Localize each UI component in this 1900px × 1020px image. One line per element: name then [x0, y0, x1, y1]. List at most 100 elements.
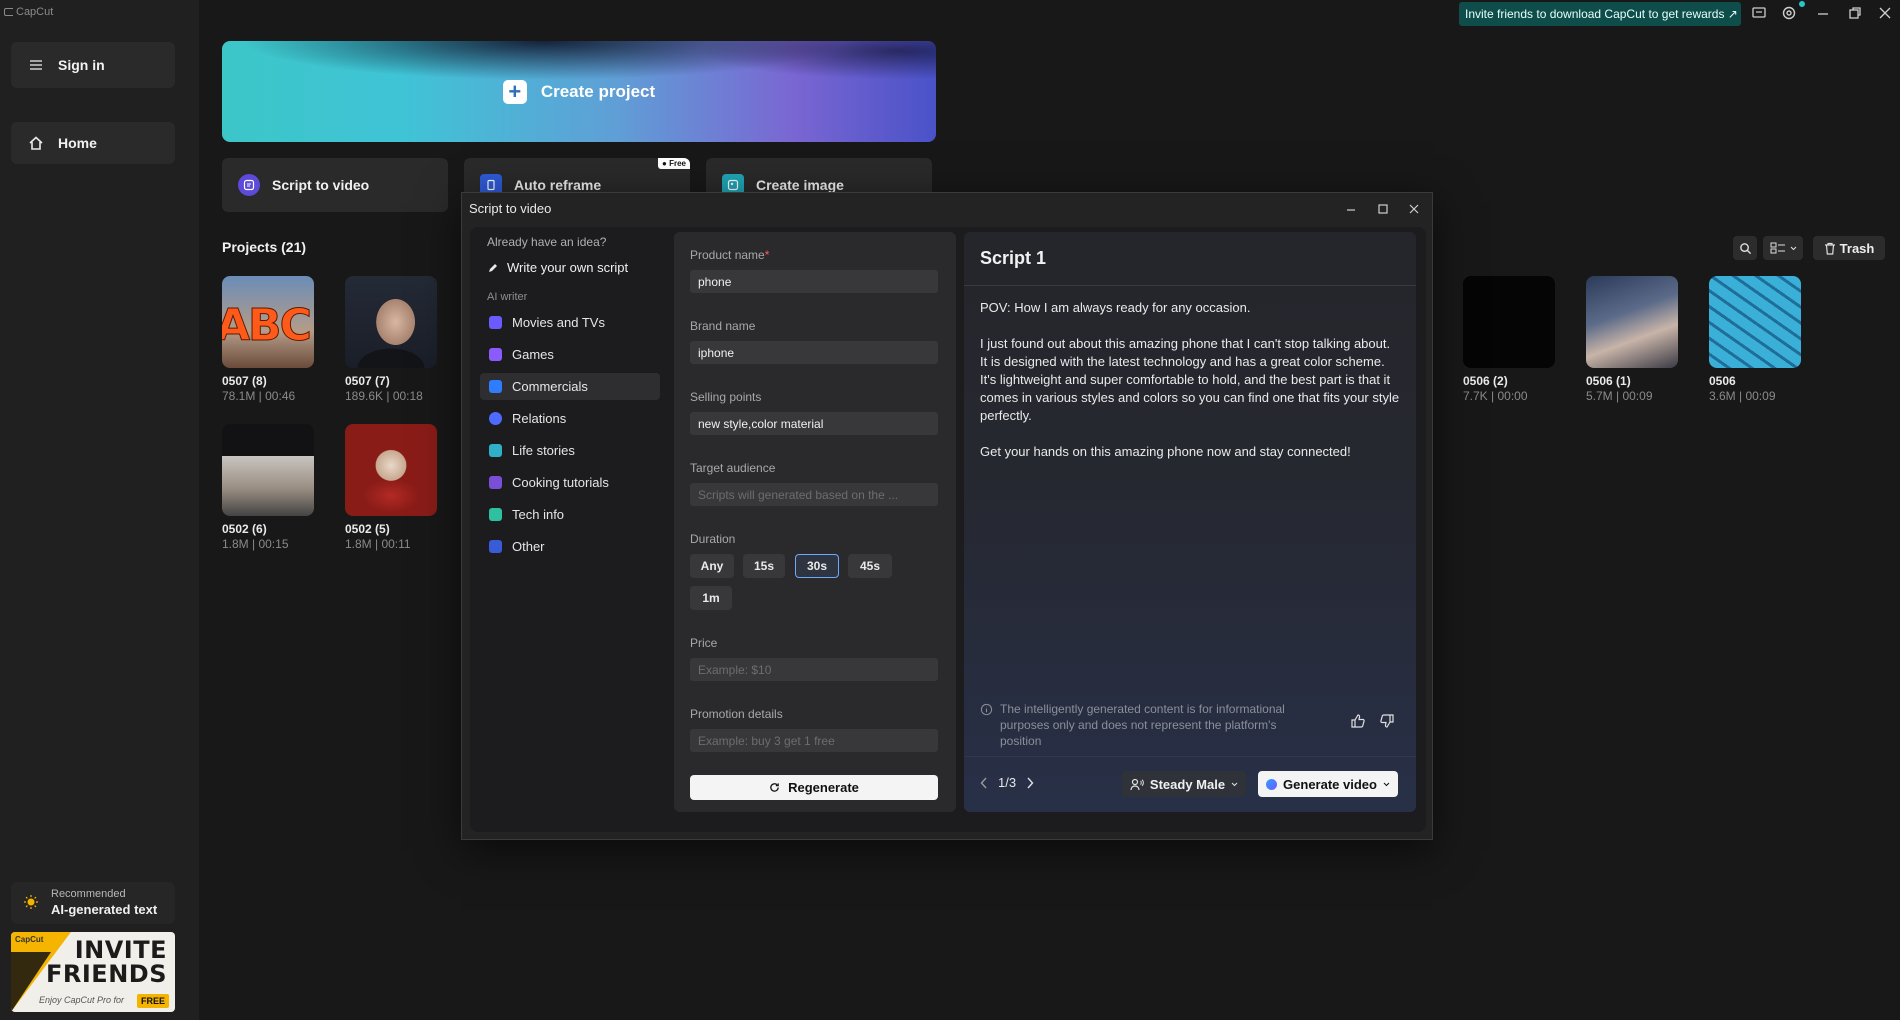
project-meta: 189.6K | 00:18	[345, 389, 423, 403]
view-toggle-button[interactable]	[1763, 236, 1803, 260]
project-thumbnail	[222, 424, 314, 516]
search-button[interactable]	[1733, 236, 1757, 260]
banner-brand: CapCut	[15, 935, 44, 944]
invite-friends-banner[interactable]: CapCut INVITE FRIENDS Enjoy CapCut Pro f…	[11, 932, 175, 1012]
target-audience-input[interactable]: Scripts will generated based on the ...	[690, 483, 938, 506]
project-meta: 5.7M | 00:09	[1586, 389, 1653, 403]
person-icon	[489, 412, 502, 425]
tile-label: Auto reframe	[514, 177, 602, 193]
project-card[interactable]: 0502 (5) 1.8M | 00:11	[345, 424, 437, 551]
disclaimer-text: The intelligently generated content is f…	[1000, 702, 1285, 748]
sidebar-item-label: Home	[58, 135, 97, 151]
close-icon[interactable]	[1407, 202, 1421, 216]
regenerate-button[interactable]: Regenerate	[690, 775, 938, 800]
trash-button[interactable]: Trash	[1813, 236, 1885, 260]
menu-icon	[30, 60, 42, 70]
settings-icon[interactable]	[1781, 5, 1797, 21]
projects-title: Projects (21)	[222, 239, 307, 255]
chevron-right-icon[interactable]	[1026, 777, 1034, 789]
walking-icon	[489, 444, 502, 457]
chevron-left-icon[interactable]	[980, 777, 988, 789]
script-to-video-dialog: Script to video Already have an idea? Wr…	[461, 192, 1433, 840]
product-name-input[interactable]: phone	[690, 270, 938, 293]
nav-item-games[interactable]: Games	[480, 341, 660, 368]
duration-option-45s[interactable]: 45s	[848, 554, 892, 578]
chevron-down-icon	[1383, 782, 1390, 786]
tile-label: Script to video	[272, 177, 370, 193]
cup-icon	[489, 476, 502, 489]
nav-item-movies[interactable]: Movies and TVs	[480, 309, 660, 336]
project-card[interactable]: 0506 3.6M | 00:09	[1709, 276, 1801, 403]
project-name: 0506	[1709, 374, 1736, 388]
script-panel: Script 1 POV: How I am always ready for …	[964, 232, 1416, 812]
search-icon	[1739, 242, 1751, 254]
price-input[interactable]: Example: $10	[690, 658, 938, 681]
nav-item-tech-info[interactable]: Tech info	[480, 501, 660, 528]
promotion-input[interactable]: Example: buy 3 get 1 free	[690, 729, 938, 752]
nav-item-other[interactable]: Other	[480, 533, 660, 560]
invite-friends-link[interactable]: Invite friends to download CapCut to get…	[1459, 2, 1741, 26]
nav-item-life-stories[interactable]: Life stories	[480, 437, 660, 464]
tv-icon	[489, 380, 502, 393]
tile-label: Create image	[756, 177, 844, 193]
sign-in-button[interactable]: Sign in	[11, 42, 175, 88]
target-audience-label: Target audience	[690, 461, 776, 475]
project-card[interactable]: 0506 (1) 5.7M | 00:09	[1586, 276, 1678, 403]
restore-icon[interactable]	[1847, 5, 1863, 21]
brand-name-label: Brand name	[690, 319, 756, 333]
voice-select[interactable]: Steady Male	[1122, 771, 1246, 797]
close-icon[interactable]	[1877, 5, 1893, 21]
project-card[interactable]: 0507 (7) 189.6K | 00:18	[345, 276, 437, 403]
selling-points-input[interactable]: new style,color material	[690, 412, 938, 435]
product-name-label: Product name*	[690, 248, 770, 262]
write-own-script-link[interactable]: Write your own script	[487, 260, 628, 275]
generate-video-button[interactable]: Generate video	[1258, 771, 1398, 797]
pencil-icon	[489, 263, 497, 272]
trash-icon	[1824, 242, 1835, 255]
script-text[interactable]: POV: How I am always ready for any occas…	[980, 299, 1400, 461]
project-thumbnail	[345, 424, 437, 516]
gamepad-icon	[489, 348, 502, 361]
duration-option-15s[interactable]: 15s	[743, 554, 785, 578]
capcut-logo-icon	[4, 8, 13, 16]
create-project-button[interactable]: + Create project	[222, 41, 936, 142]
pager-count: 1/3	[998, 775, 1017, 790]
sidebar-item-home[interactable]: Home	[11, 122, 175, 164]
script-icon	[238, 174, 260, 196]
refresh-icon	[770, 783, 779, 792]
project-card[interactable]: 0502 (6) 1.8M | 00:15	[222, 424, 314, 551]
divider	[964, 285, 1416, 286]
duration-option-30s[interactable]: 30s	[795, 554, 839, 578]
maximize-icon[interactable]	[1376, 202, 1390, 216]
price-label: Price	[690, 636, 718, 650]
project-meta: 1.8M | 00:11	[345, 537, 411, 551]
recommended-card[interactable]: Recommended AI-generated text	[11, 882, 175, 924]
brand-name-input[interactable]: iphone	[690, 341, 938, 364]
project-thumbnail: ABC	[222, 276, 314, 368]
thumbnail-text: ABC	[222, 300, 312, 352]
rocket-icon	[489, 508, 502, 521]
nav-item-commercials[interactable]: Commercials	[480, 373, 660, 400]
other-icon	[489, 540, 502, 553]
duration-option-any[interactable]: Any	[690, 554, 734, 578]
banner-subtext: Enjoy CapCut Pro for	[39, 995, 125, 1005]
film-icon	[489, 316, 502, 329]
free-badge: ● Free	[658, 158, 690, 169]
nav-heading: Already have an idea?	[487, 235, 607, 249]
project-name: 0502 (5)	[345, 522, 390, 536]
duration-option-1m[interactable]: 1m	[690, 586, 732, 610]
thumbs-down-icon[interactable]	[1379, 713, 1395, 729]
project-thumbnail	[1463, 276, 1555, 368]
feedback-icon[interactable]	[1751, 5, 1767, 21]
minimize-icon[interactable]	[1815, 5, 1831, 21]
selling-points-label: Selling points	[690, 390, 762, 404]
nav-item-relations[interactable]: Relations	[480, 405, 660, 432]
project-card[interactable]: 0506 (2) 7.7K | 00:00	[1463, 276, 1555, 403]
nav-item-cooking[interactable]: Cooking tutorials	[480, 469, 660, 496]
project-meta: 1.8M | 00:15	[222, 537, 289, 551]
script-to-video-tile[interactable]: Script to video	[222, 158, 448, 212]
thumbs-up-icon[interactable]	[1350, 713, 1366, 729]
sun-icon	[24, 895, 38, 909]
minimize-icon[interactable]	[1344, 202, 1358, 216]
project-card[interactable]: ABC 0507 (8) 78.1M | 00:46	[222, 276, 314, 403]
